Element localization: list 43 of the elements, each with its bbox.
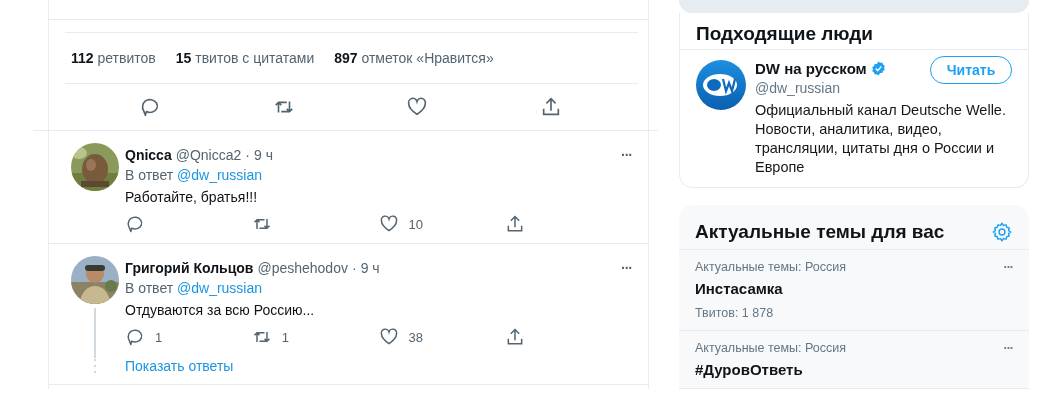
author-name[interactable]: Григорий Кольцов: [125, 260, 254, 276]
settings-icon[interactable]: [991, 221, 1013, 243]
reply-label: В ответ: [125, 280, 174, 296]
reply-icon[interactable]: [125, 214, 145, 234]
tweet-text: Отдуваются за всю Россию...: [125, 301, 316, 320]
heart-icon[interactable]: [378, 214, 399, 234]
account-handle: @dw_russian: [755, 80, 842, 96]
section-title: Подходящие люди: [680, 13, 1028, 50]
trend-name[interactable]: Инстасамка: [695, 280, 1013, 297]
author-name[interactable]: Qnicca: [125, 147, 172, 163]
tweet-count: Твитов: 1 878: [695, 306, 775, 320]
logo-avatar[interactable]: [696, 60, 746, 110]
stat-link[interactable]: 15 твитов с цитатами: [175, 50, 315, 66]
more-button[interactable]: ···: [1003, 260, 1013, 274]
stat-link[interactable]: 897 отметок «Нравится»: [334, 50, 494, 66]
trend-context: Актуальные темы: Россия: [695, 260, 847, 274]
stat-link[interactable]: 112 ретвитов: [71, 50, 156, 66]
action-count: 1: [281, 329, 289, 345]
separator: ·: [245, 147, 250, 163]
account-bio: Официальный канал Deutsche Welle. Новости, аналитика, видео, трансляции, цитаты дня о России и Европе: [755, 101, 1007, 177]
tweet-time[interactable]: 9 ч: [253, 147, 273, 163]
reply-icon[interactable]: [125, 327, 145, 347]
heart-icon[interactable]: [378, 327, 399, 347]
trend-context: Актуальные темы: Россия: [695, 341, 847, 355]
author-handle: @Qnicca2: [175, 147, 242, 163]
section-title: Актуальные темы для вас: [695, 221, 945, 243]
mention-link[interactable]: @dw_russian: [177, 167, 263, 183]
author-handle: @peshehodov: [257, 260, 348, 276]
tweet-time[interactable]: 9 ч: [360, 260, 380, 276]
separator: ·: [351, 260, 357, 276]
action-count: 1: [155, 329, 163, 345]
trend-name[interactable]: #ДуровОтветь: [695, 361, 1013, 378]
heart-icon[interactable]: [406, 96, 429, 118]
action-count: 38: [408, 329, 423, 345]
reply-label: В ответ: [125, 167, 174, 183]
more-button[interactable]: ···: [1003, 341, 1013, 355]
action-count: 10: [408, 216, 423, 232]
tweet-text: Работайте, братья!!!: [125, 188, 259, 207]
show-replies-link[interactable]: Показать ответы: [125, 358, 234, 374]
account-name[interactable]: DW на русском: [755, 60, 867, 77]
more-button[interactable]: ···: [621, 260, 632, 276]
more-button[interactable]: ···: [621, 147, 632, 163]
mention-link[interactable]: @dw_russian: [177, 280, 263, 296]
